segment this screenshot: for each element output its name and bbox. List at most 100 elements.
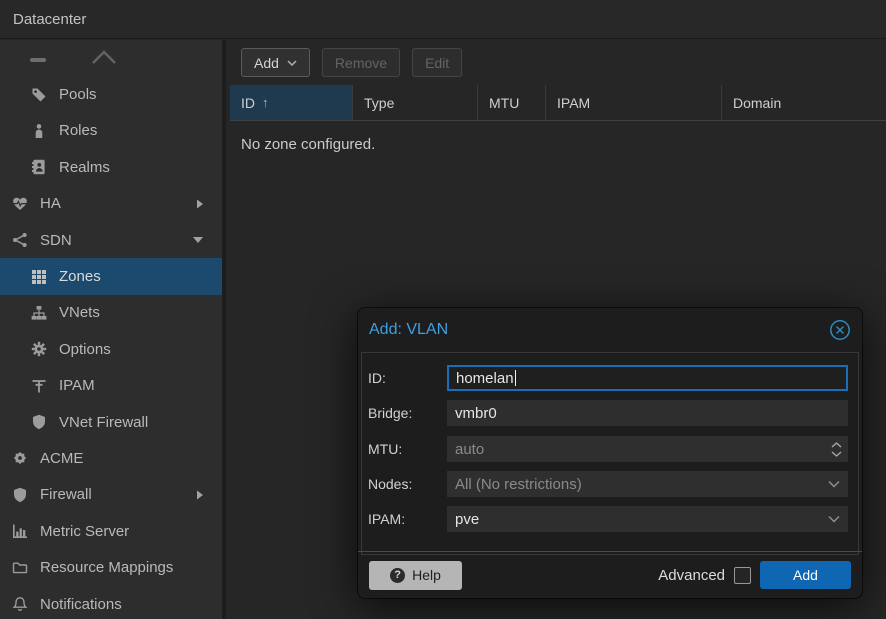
ipam-select[interactable]: pve [447,506,848,532]
column-header-domain[interactable]: Domain [722,85,886,120]
sidebar-item-label: Roles [59,122,97,139]
remove-button[interactable]: Remove [322,48,400,77]
edit-button-label: Edit [425,55,449,71]
ipam-field-label: IPAM: [368,511,447,527]
sidebar-partial-row [0,40,222,76]
column-header-ipam[interactable]: IPAM [546,85,722,120]
help-button-label: Help [412,567,441,583]
bar-chart-icon [10,523,30,539]
folder-icon [10,560,30,576]
question-mark-icon: ? [390,568,405,583]
chevron-right-icon [196,489,204,501]
form-row-nodes: Nodes: All (No restrictions) [368,471,848,497]
app-window: Datacenter Pools Roles Realms [0,0,886,619]
column-header-mtu[interactable]: MTU [478,85,546,120]
sidebar-item-sdn[interactable]: SDN [0,222,222,258]
add-button-label: Add [254,55,279,71]
address-book-icon [29,159,49,175]
form-row-bridge: Bridge: vmbr0 [368,400,848,426]
sidebar-item-label: SDN [40,232,72,249]
network-icon [10,232,30,248]
sidebar-item-label: IPAM [59,377,95,394]
sidebar-item-label: Realms [59,159,110,176]
advanced-checkbox[interactable] [734,567,751,584]
chevron-up-icon [91,49,117,70]
sort-ascending-icon: ↑ [262,95,269,110]
bell-icon [10,596,30,612]
chevron-down-icon [828,516,840,523]
close-icon[interactable] [829,319,851,341]
add-vlan-dialog: Add: VLAN ID: homelan Bridge: vmbr0 MTU:… [358,308,862,598]
column-label: MTU [489,95,519,111]
chevron-down-icon [828,481,840,488]
dialog-add-button-label: Add [793,567,818,583]
seal-icon [10,450,30,466]
dialog-footer: ? Help Advanced Add [358,551,862,598]
sidebar-item-label: ACME [40,450,83,467]
nodes-field-label: Nodes: [368,476,447,492]
form-row-id: ID: homelan [368,365,848,391]
shield-icon [10,487,30,503]
column-label: Domain [733,95,781,111]
sidebar-item-label: Metric Server [40,523,129,540]
empty-table-message: No zone configured. [241,136,375,153]
help-button[interactable]: ? Help [369,561,462,590]
chevron-down-icon [192,236,204,244]
bridge-input[interactable]: vmbr0 [447,400,848,426]
mtu-placeholder: auto [455,441,484,458]
sidebar-item-options[interactable]: Options [0,331,222,367]
dialog-add-button[interactable]: Add [760,561,851,589]
sidebar-item-label: Notifications [40,596,122,613]
sidebar-item-resource-mappings[interactable]: Resource Mappings [0,549,222,585]
bridge-input-value: vmbr0 [455,405,497,422]
sidebar-item-vnet-firewall[interactable]: VNet Firewall [0,404,222,440]
ipam-icon [29,378,49,394]
sidebar-item-roles[interactable]: Roles [0,113,222,149]
sidebar-item-ha[interactable]: HA [0,186,222,222]
mtu-field-label: MTU: [368,441,447,457]
user-icon [29,123,49,139]
zones-table-header: ID ↑ Type MTU IPAM Domain [230,85,886,121]
sidebar-tree: Pools Roles Realms HA [0,40,226,619]
sidebar-item-label: Firewall [40,486,92,503]
sitemap-icon [29,305,49,321]
nodes-placeholder: All (No restrictions) [455,476,582,493]
dialog-header[interactable]: Add: VLAN [358,308,862,352]
column-label: IPAM [557,95,590,111]
sidebar-item-label: Pools [59,86,97,103]
edit-button[interactable]: Edit [412,48,462,77]
mtu-spinner[interactable]: auto [447,436,848,462]
grid-icon [29,269,49,285]
sidebar-item-notifications[interactable]: Notifications [0,586,222,619]
id-input-value: homelan [456,370,514,387]
sidebar-item-label: Resource Mappings [40,559,173,576]
partial-dash-icon [30,58,46,62]
sidebar-item-firewall[interactable]: Firewall [0,477,222,513]
sidebar-item-label: VNets [59,304,100,321]
sidebar-item-ipam[interactable]: IPAM [0,368,222,404]
advanced-label[interactable]: Advanced [658,567,725,584]
remove-button-label: Remove [335,55,387,71]
sidebar-item-acme[interactable]: ACME [0,440,222,476]
sidebar-item-vnets[interactable]: VNets [0,295,222,331]
tags-icon [29,87,49,103]
column-header-type[interactable]: Type [353,85,478,120]
sidebar-item-label: Options [59,341,111,358]
page-title: Datacenter [13,11,86,28]
gear-icon [29,341,49,357]
sidebar-item-metric-server[interactable]: Metric Server [0,513,222,549]
nodes-select[interactable]: All (No restrictions) [447,471,848,497]
ipam-select-value: pve [455,511,479,528]
id-field-label: ID: [368,370,447,386]
bridge-field-label: Bridge: [368,405,447,421]
sidebar-item-zones[interactable]: Zones [0,258,222,294]
column-header-id[interactable]: ID ↑ [230,85,353,120]
sidebar-item-realms[interactable]: Realms [0,149,222,185]
sidebar-item-pools[interactable]: Pools [0,76,222,112]
id-input[interactable]: homelan [447,365,848,391]
column-label: Type [364,95,394,111]
add-button[interactable]: Add [241,48,310,77]
text-cursor [515,370,516,386]
spinner-buttons[interactable] [831,436,842,462]
chevron-right-icon [196,198,204,210]
